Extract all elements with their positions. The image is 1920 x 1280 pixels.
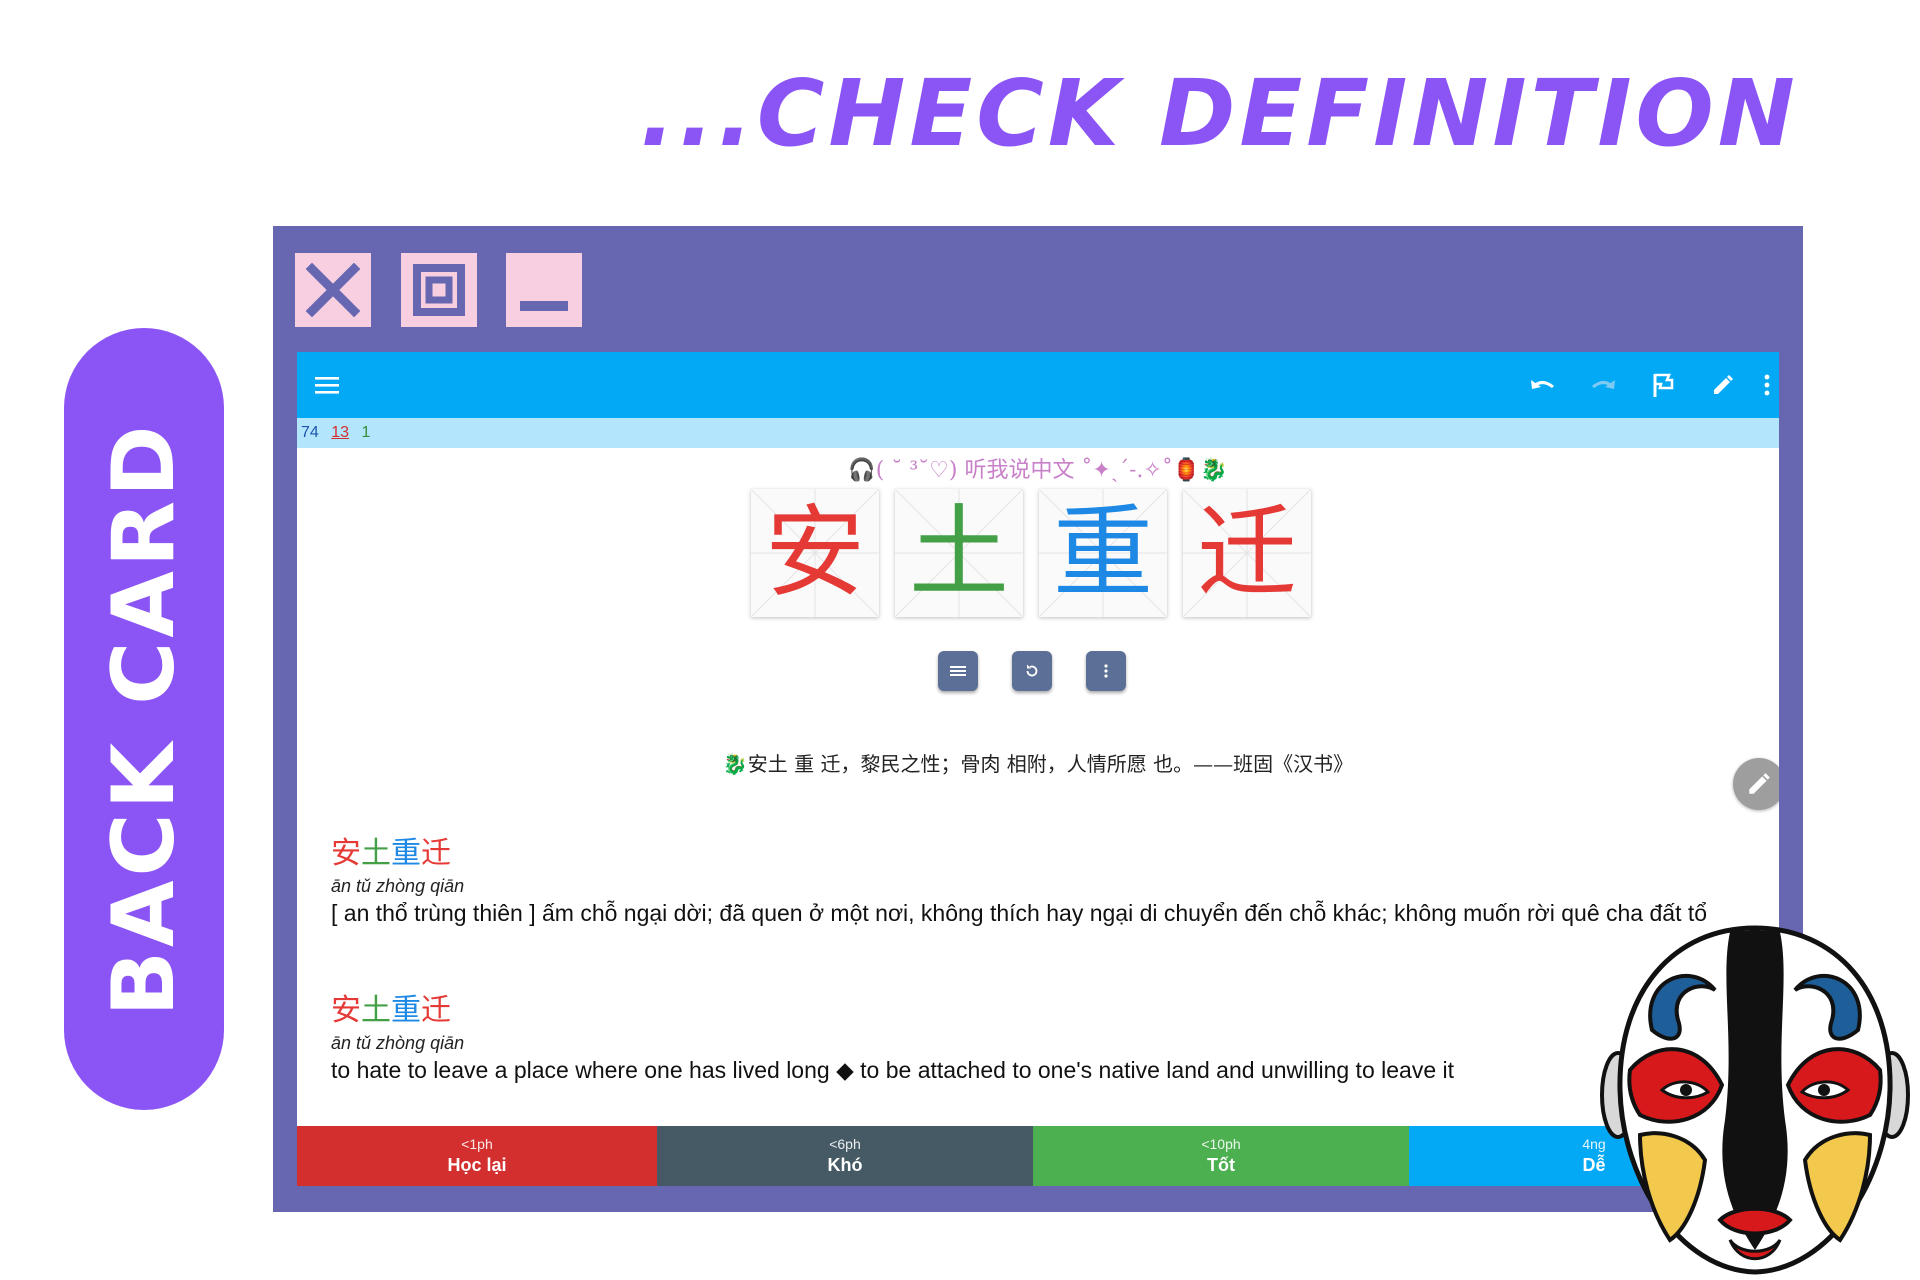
example-quote: 🐉安土 重 迁，黎民之性；骨肉 相附，人情所愿 也。——班固《汉书》 bbox=[722, 752, 1354, 776]
side-label-pill: BACK CARD bbox=[64, 328, 224, 1110]
minimize-icon bbox=[520, 301, 568, 311]
flag-icon[interactable] bbox=[1645, 367, 1681, 403]
side-label-text: BACK CARD bbox=[94, 421, 194, 1017]
replay-button[interactable] bbox=[1012, 651, 1052, 691]
stroke-controls bbox=[938, 651, 1126, 691]
redo-icon[interactable] bbox=[1585, 367, 1621, 403]
new-count: 74 bbox=[301, 424, 319, 441]
again-button[interactable]: <1ph Học lại bbox=[297, 1126, 657, 1186]
good-label: Tốt bbox=[1207, 1155, 1235, 1175]
hamburger-menu-icon[interactable] bbox=[309, 367, 345, 403]
headword-char: 迁 bbox=[421, 993, 451, 1028]
definition-headword: 安土重迁 bbox=[331, 836, 1761, 872]
list-icon bbox=[950, 666, 966, 676]
opera-mask-illustration bbox=[1600, 925, 1910, 1275]
hanzi-box[interactable]: 重 bbox=[1039, 489, 1167, 617]
definition-entry: 安土重迁 ān tǔ zhòng qiān [ an thổ trùng thi… bbox=[331, 836, 1761, 927]
hanzi-char: 重 bbox=[1053, 494, 1153, 611]
card-counts-bar: 74 13 1 bbox=[297, 418, 1779, 448]
close-icon bbox=[306, 263, 360, 317]
replay-icon bbox=[1026, 664, 1038, 677]
hard-label: Khó bbox=[827, 1155, 863, 1175]
hanzi-char: 土 bbox=[909, 494, 1009, 611]
good-interval: <10ph bbox=[1201, 1136, 1241, 1152]
review-count: 1 bbox=[361, 424, 371, 441]
decorative-header: 🎧( ˘ ³˘♡) 听我说中文 ˚✦ˎˊ˗.✧˚🏮🐉 bbox=[848, 458, 1228, 483]
headword-char: 重 bbox=[391, 836, 421, 871]
hanzi-box[interactable]: 安 bbox=[751, 489, 879, 617]
hanzi-box[interactable]: 土 bbox=[895, 489, 1023, 617]
hard-interval: <6ph bbox=[829, 1136, 861, 1152]
app-toolbar bbox=[297, 352, 1779, 418]
more-options-button[interactable] bbox=[1086, 651, 1126, 691]
pencil-icon bbox=[1749, 773, 1770, 794]
again-interval: <1ph bbox=[461, 1136, 493, 1152]
hanzi-char: 安 bbox=[765, 494, 865, 611]
again-label: Học lại bbox=[447, 1155, 507, 1175]
good-button[interactable]: <10ph Tốt bbox=[1033, 1126, 1409, 1186]
headword-char: 土 bbox=[361, 836, 391, 871]
hanzi-char: 迁 bbox=[1197, 494, 1297, 611]
headword-char: 安 bbox=[331, 836, 361, 871]
definition-entry: 安土重迁 ān tǔ zhòng qiān to hate to leave a… bbox=[331, 993, 1761, 1084]
more-vertical-icon bbox=[1104, 664, 1108, 678]
definition-text: to hate to leave a place where one has l… bbox=[331, 1057, 1455, 1083]
anki-app: 74 13 1 🎧( ˘ ³˘♡) 听我说中文 ˚✦ˎˊ˗.✧˚🏮🐉 安 土 重… bbox=[297, 352, 1779, 1186]
undo-icon[interactable] bbox=[1525, 367, 1561, 403]
window-minimize-button[interactable] bbox=[506, 253, 582, 327]
window-close-button[interactable] bbox=[295, 253, 371, 327]
definition-pinyin: ān tǔ zhòng qiān bbox=[331, 1033, 465, 1053]
hard-button[interactable]: <6ph Khó bbox=[657, 1126, 1033, 1186]
definition-headword: 安土重迁 bbox=[331, 993, 1761, 1029]
pencil-icon[interactable] bbox=[1705, 367, 1741, 403]
headword-char: 安 bbox=[331, 993, 361, 1028]
maximize-icon bbox=[413, 264, 465, 316]
definition-pinyin: ān tǔ zhòng qiān bbox=[331, 876, 465, 896]
page-headline: ...CHECK DEFINITION bbox=[640, 60, 1799, 167]
hanzi-box[interactable]: 迁 bbox=[1183, 489, 1311, 617]
list-button[interactable] bbox=[938, 651, 978, 691]
definition-text: [ an thổ trùng thiên ] ấm chỗ ngại dời; … bbox=[331, 900, 1708, 926]
hanzi-stroke-row: 安 土 重 迁 bbox=[751, 489, 1321, 621]
more-vertical-icon[interactable] bbox=[1749, 367, 1779, 403]
headword-char: 迁 bbox=[421, 836, 451, 871]
answer-buttons: <1ph Học lại <6ph Khó <10ph Tốt 4ng Dễ bbox=[297, 1126, 1779, 1186]
learning-count: 13 bbox=[331, 424, 350, 441]
window-maximize-button[interactable] bbox=[401, 253, 477, 327]
headword-char: 土 bbox=[361, 993, 391, 1028]
app-window: 74 13 1 🎧( ˘ ³˘♡) 听我说中文 ˚✦ˎˊ˗.✧˚🏮🐉 安 土 重… bbox=[273, 226, 1803, 1212]
edit-note-button[interactable] bbox=[1733, 758, 1779, 810]
headword-char: 重 bbox=[391, 993, 421, 1028]
